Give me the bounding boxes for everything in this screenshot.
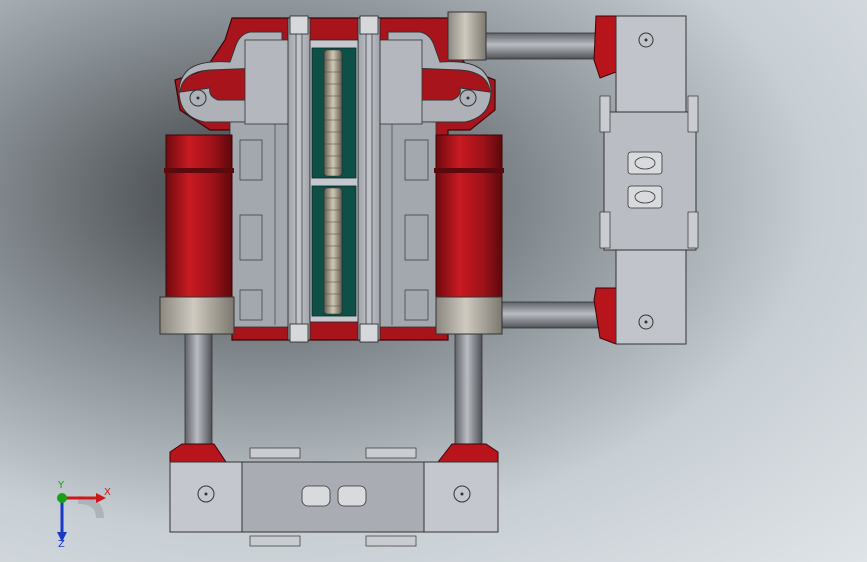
- x-axis-label: X: [104, 487, 111, 498]
- right-carriage: [593, 15, 699, 345]
- y-axis-label: Y: [57, 480, 65, 491]
- press-column: [287, 15, 381, 343]
- z-axis-label: Z: [58, 539, 65, 548]
- left-cylinder: [159, 134, 235, 335]
- orientation-triad: X Y Z: [57, 480, 111, 548]
- bottom-carriage: [169, 443, 499, 547]
- graphics-viewport[interactable]: X Y Z: [0, 0, 867, 562]
- cad-assembly-model[interactable]: [0, 0, 867, 562]
- y-axis-arrow: [57, 493, 67, 503]
